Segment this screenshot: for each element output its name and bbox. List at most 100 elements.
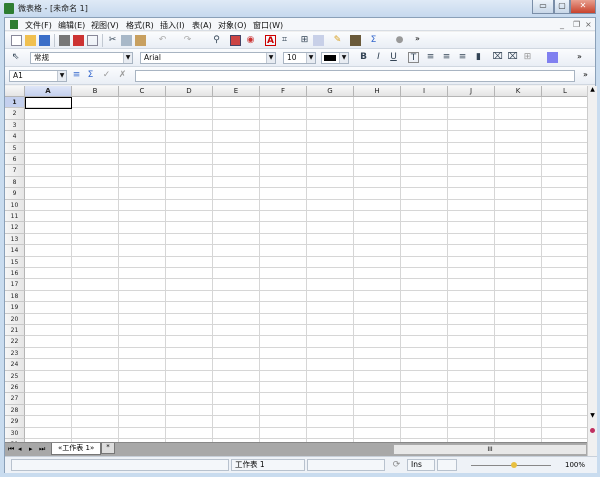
cell-reference-box[interactable]: A1 ▼ bbox=[9, 70, 67, 82]
bold-icon[interactable]: B bbox=[358, 52, 369, 63]
style-select[interactable]: 常规 ▼ bbox=[30, 52, 133, 64]
function-list-icon[interactable]: ≡ bbox=[71, 70, 82, 81]
row-header[interactable]: 22 bbox=[5, 336, 25, 348]
menu-file[interactable]: 文件(F) bbox=[25, 20, 52, 31]
align-center-icon[interactable]: ≡ bbox=[457, 52, 468, 63]
select-arrow-icon[interactable]: ⇖ bbox=[10, 52, 21, 63]
scroll-up-icon[interactable]: ▲ bbox=[588, 86, 597, 96]
first-sheet-icon[interactable]: ⏮ bbox=[8, 445, 14, 454]
brush-icon[interactable]: ✎ bbox=[332, 35, 343, 46]
row-header[interactable]: 14 bbox=[5, 245, 25, 257]
select-all-corner[interactable] bbox=[5, 86, 25, 97]
print-icon[interactable] bbox=[59, 35, 70, 46]
row-header[interactable]: 27 bbox=[5, 393, 25, 405]
split-icon[interactable]: ⌧ bbox=[507, 52, 518, 63]
row-header[interactable]: 18 bbox=[5, 290, 25, 303]
justify-icon[interactable]: ▮ bbox=[473, 52, 484, 63]
columns-icon[interactable] bbox=[350, 35, 361, 46]
toolbar-more[interactable]: » bbox=[415, 34, 420, 43]
vertical-scrollbar[interactable]: ▲ ▼ bbox=[587, 86, 597, 457]
add-sheet-tab[interactable]: * bbox=[101, 443, 115, 454]
redo-icon[interactable]: ↷ bbox=[182, 35, 193, 46]
row-header[interactable]: 25 bbox=[5, 370, 25, 382]
column-header[interactable]: G bbox=[307, 86, 354, 97]
column-header[interactable]: E bbox=[213, 86, 260, 97]
row-header[interactable]: 8 bbox=[5, 176, 25, 189]
column-header[interactable]: H bbox=[354, 86, 401, 97]
sync-icon[interactable]: ⟳ bbox=[391, 460, 402, 471]
text-icon[interactable]: A bbox=[265, 35, 276, 46]
menu-object[interactable]: 对象(O) bbox=[218, 20, 247, 31]
menu-insert[interactable]: 插入(I) bbox=[160, 20, 185, 31]
pdf-icon[interactable] bbox=[73, 35, 84, 46]
row-header[interactable]: 30 bbox=[5, 427, 25, 439]
column-header[interactable]: F bbox=[260, 86, 307, 97]
underline-icon[interactable]: U bbox=[388, 52, 399, 63]
selected-cell-a1[interactable] bbox=[25, 97, 72, 109]
spreadsheet-grid[interactable]: A B C D E F G H I J K L 1 2 3 4 5 6 7 8 9 10 11 12 13 14 15 16 17 18 1… bbox=[5, 86, 587, 442]
row-header[interactable]: 24 bbox=[5, 359, 25, 371]
last-sheet-icon[interactable]: ⏭ bbox=[39, 445, 45, 454]
wrap-icon[interactable]: T bbox=[408, 52, 419, 63]
italic-icon[interactable]: I bbox=[373, 52, 384, 63]
row-header[interactable]: 2 bbox=[5, 108, 25, 120]
row-header[interactable]: 19 bbox=[5, 302, 25, 314]
maximize-button[interactable]: ▢ bbox=[554, 0, 570, 14]
prev-sheet-icon[interactable]: ◂ bbox=[18, 445, 22, 453]
sheet-tab-1[interactable]: «工作表 1» bbox=[51, 443, 102, 455]
chart-icon[interactable] bbox=[230, 35, 241, 46]
row-header[interactable]: 9 bbox=[5, 188, 25, 200]
row-header[interactable]: 10 bbox=[5, 199, 25, 211]
borders-icon[interactable]: ⊞ bbox=[299, 35, 310, 46]
accept-icon[interactable]: ✓ bbox=[101, 70, 112, 81]
column-header[interactable]: A bbox=[25, 86, 72, 97]
row-header[interactable]: 13 bbox=[5, 233, 25, 246]
column-header[interactable]: L bbox=[542, 86, 587, 97]
formula-input[interactable] bbox=[135, 70, 575, 82]
minimize-button[interactable]: ▭ bbox=[532, 0, 554, 14]
mdi-restore-button[interactable]: ❐ bbox=[573, 20, 580, 29]
format-toolbar-more[interactable]: » bbox=[577, 52, 582, 61]
row-header[interactable]: 17 bbox=[5, 279, 25, 291]
row-header[interactable]: 1 bbox=[5, 97, 25, 109]
size-select[interactable]: 10 ▼ bbox=[283, 52, 316, 64]
save-icon[interactable] bbox=[39, 35, 50, 46]
row-header[interactable]: 3 bbox=[5, 119, 25, 132]
horizontal-scrollbar[interactable]: III bbox=[393, 444, 587, 455]
undo-icon[interactable]: ↶ bbox=[157, 35, 168, 46]
scrollbar-thumb-grip[interactable]: III bbox=[487, 446, 492, 453]
menu-window[interactable]: 窗口(W) bbox=[253, 20, 283, 31]
zoom-slider-handle[interactable] bbox=[511, 462, 517, 468]
crop-icon[interactable]: ⌗ bbox=[279, 35, 290, 46]
copy-icon[interactable] bbox=[121, 35, 132, 46]
row-header[interactable]: 11 bbox=[5, 211, 25, 223]
scroll-down-icon[interactable]: ▼ bbox=[588, 412, 597, 422]
column-header[interactable]: C bbox=[119, 86, 166, 97]
close-button[interactable]: ✕ bbox=[570, 0, 596, 14]
row-header[interactable]: 21 bbox=[5, 325, 25, 337]
font-select[interactable]: Arial ▼ bbox=[140, 52, 276, 64]
row-header[interactable]: 12 bbox=[5, 222, 25, 234]
row-header[interactable]: 29 bbox=[5, 416, 25, 428]
font-color-select[interactable]: ▼ bbox=[321, 52, 349, 64]
mdi-minimize-button[interactable]: _ bbox=[560, 20, 564, 29]
new-icon[interactable] bbox=[11, 35, 22, 46]
row-header[interactable]: 23 bbox=[5, 347, 25, 360]
merge-icon[interactable]: ⌧ bbox=[492, 52, 503, 63]
cell-border-icon[interactable]: ⊞ bbox=[522, 52, 533, 63]
menu-edit[interactable]: 编辑(E) bbox=[58, 20, 85, 31]
status-insert-mode[interactable]: Ins bbox=[407, 459, 435, 471]
zoom-icon[interactable]: ◉ bbox=[245, 35, 256, 46]
align-left-icon[interactable]: ≡ bbox=[425, 52, 436, 63]
row-header[interactable]: 28 bbox=[5, 404, 25, 417]
paste-icon[interactable] bbox=[135, 35, 146, 46]
menu-table[interactable]: 表(A) bbox=[192, 20, 212, 31]
formula-more[interactable]: » bbox=[583, 70, 588, 79]
menu-view[interactable]: 视图(V) bbox=[91, 20, 119, 31]
menu-format[interactable]: 格式(R) bbox=[126, 20, 154, 31]
row-header[interactable]: 4 bbox=[5, 131, 25, 143]
align-right-icon[interactable]: ≡ bbox=[441, 52, 452, 63]
column-header[interactable]: J bbox=[448, 86, 495, 97]
row-header[interactable]: 7 bbox=[5, 165, 25, 177]
cancel-icon[interactable]: ✗ bbox=[117, 70, 128, 81]
